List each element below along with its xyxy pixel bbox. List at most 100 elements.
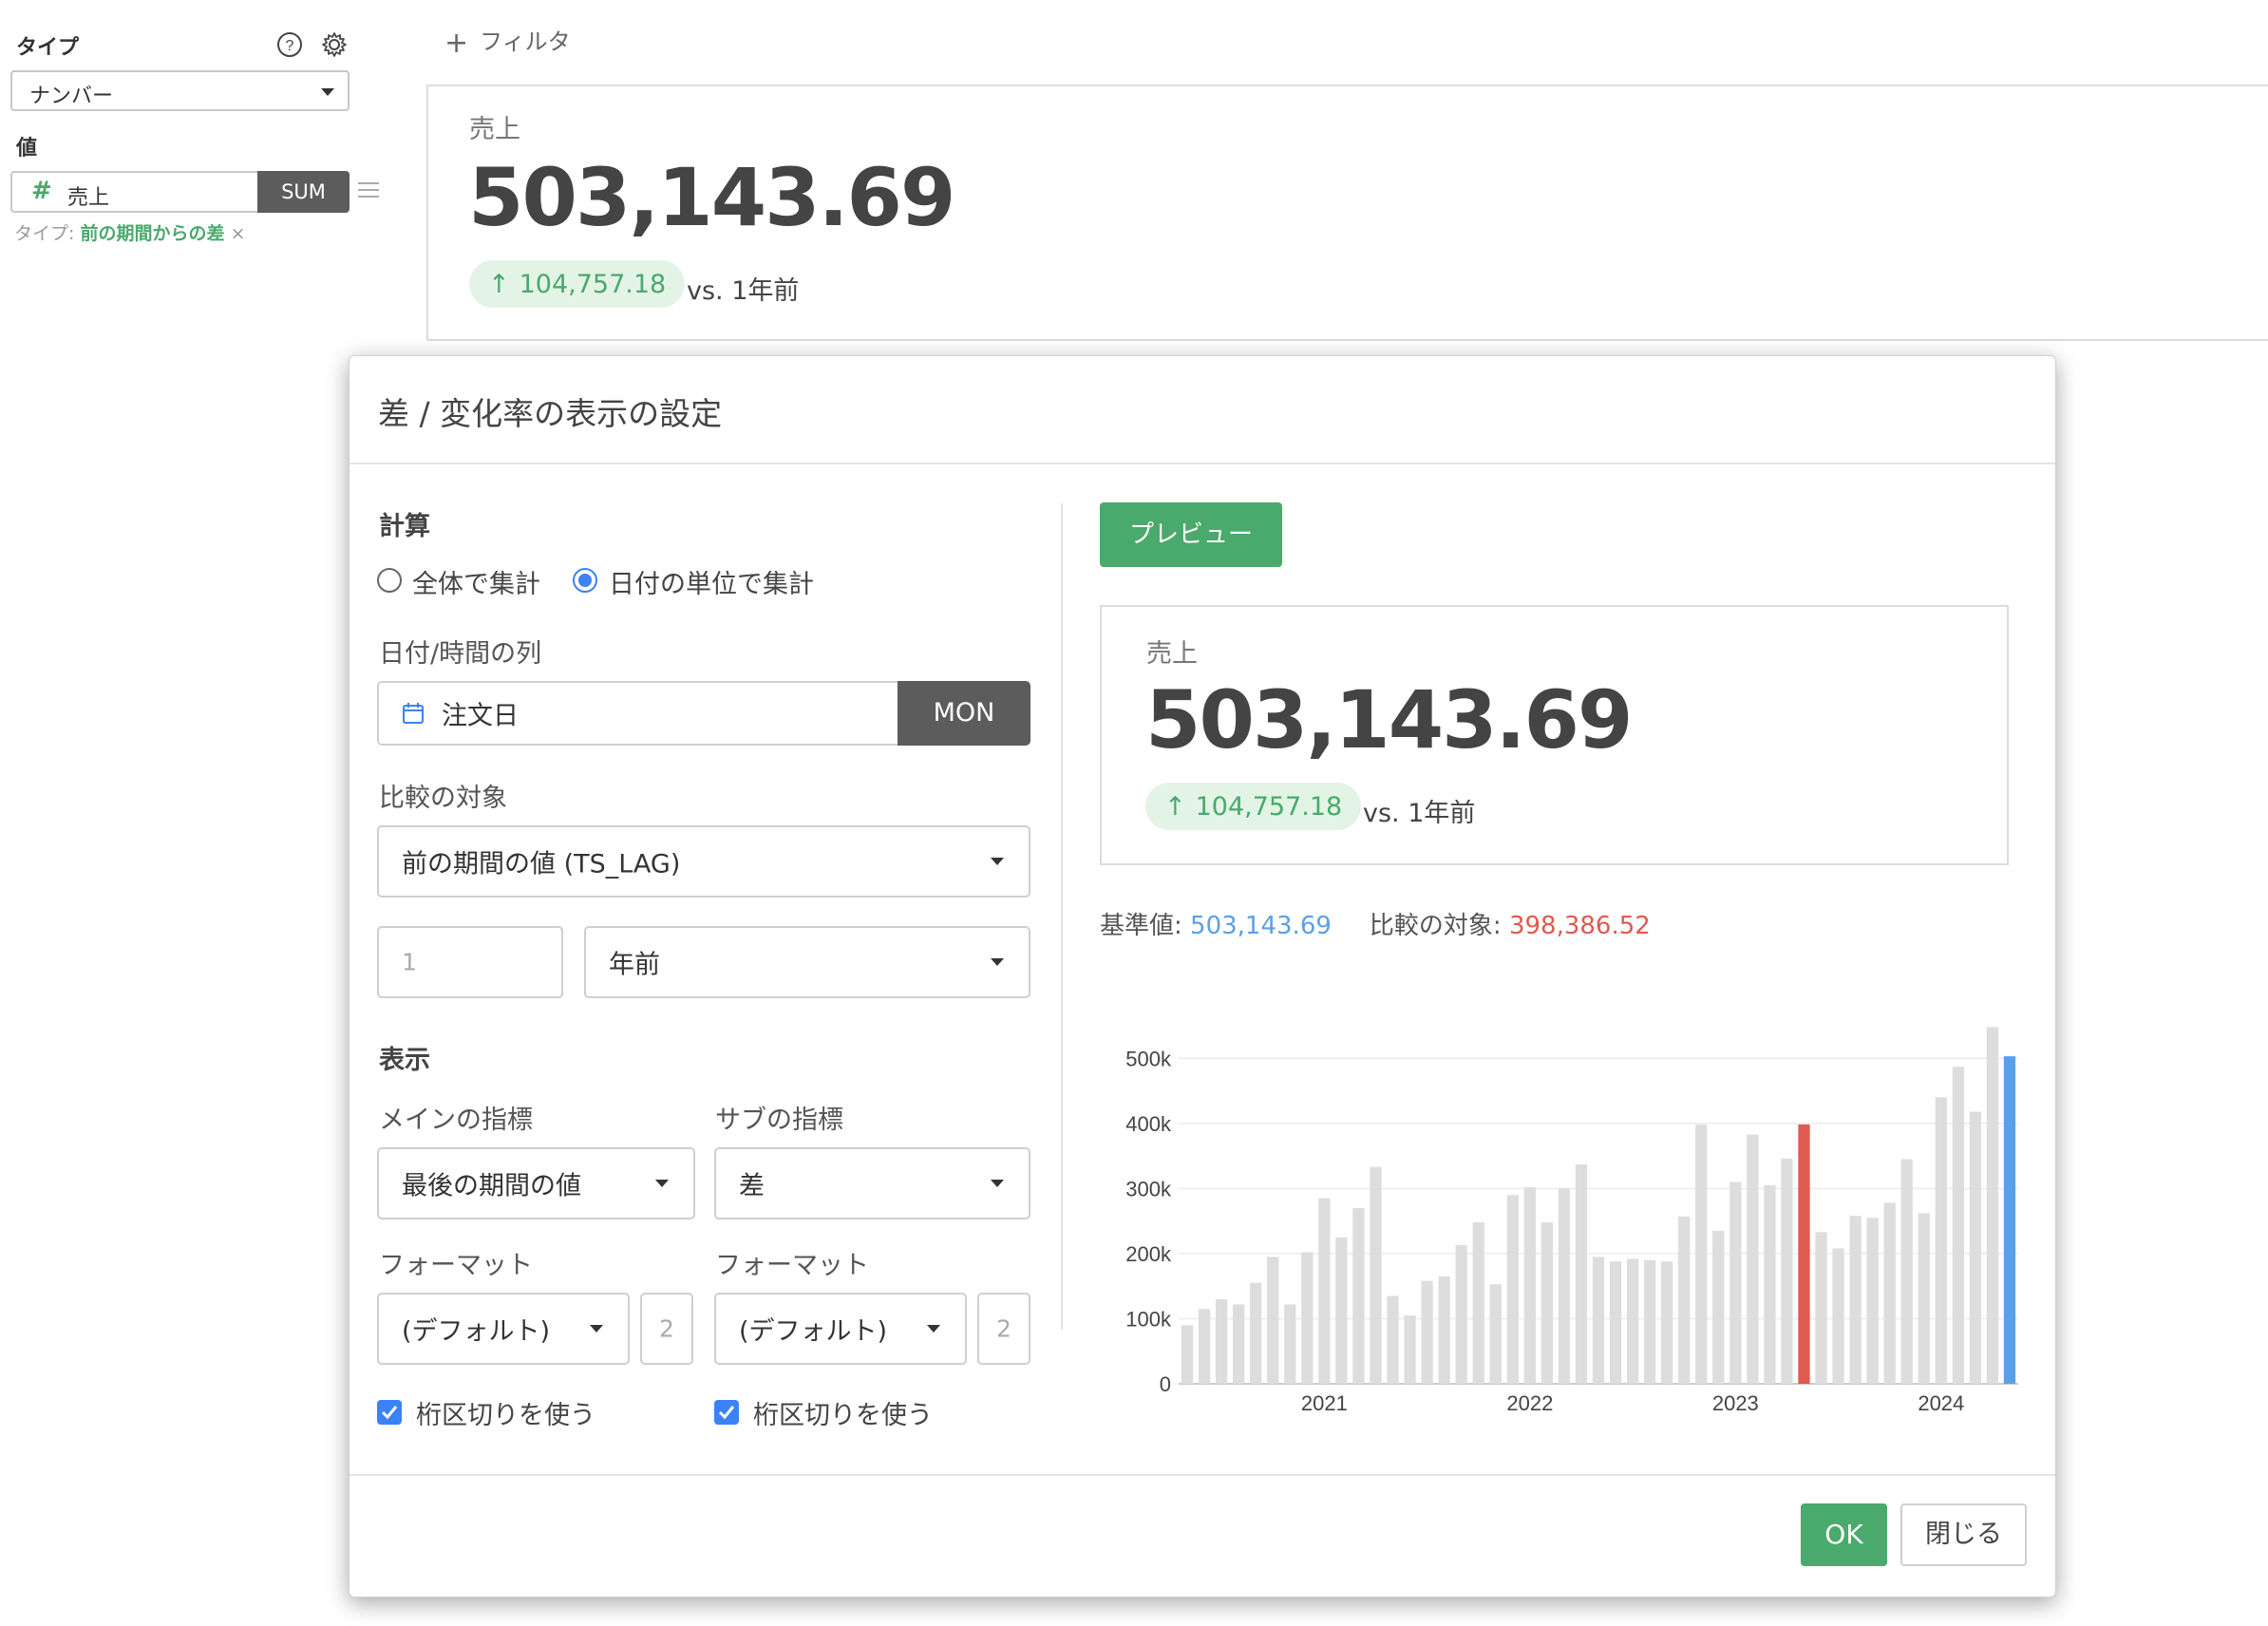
calendar-icon — [403, 703, 424, 724]
chart-bar — [1918, 1213, 1930, 1384]
main-metric-value: 最後の期間の値 — [402, 1171, 581, 1201]
gear-icon[interactable] — [320, 30, 349, 59]
sub-separator-label[interactable]: 桁区切りを使う — [753, 1394, 933, 1431]
chart-bar — [1935, 1097, 1947, 1384]
chart-bar — [1609, 1261, 1622, 1384]
close-button[interactable]: 閉じる — [1900, 1503, 2027, 1566]
number-card: 売上 503,143.69 ↑ 104,757.18 vs. 1年前 — [426, 85, 2268, 341]
chevron-down-icon — [991, 858, 1004, 865]
diff-value: 104,757.18 — [519, 270, 667, 299]
chart-bar — [1969, 1111, 1982, 1384]
preview-stats: 基準値: 503,143.69 比較の対象: 398,386.52 — [1100, 906, 1651, 941]
arrow-up-icon: ↑ — [1164, 792, 1186, 822]
main-metric-label: メインの指標 — [379, 1106, 533, 1135]
add-filter-button[interactable]: + フィルタ — [444, 23, 571, 60]
main-metric-select[interactable]: 最後の期間の値 — [377, 1147, 695, 1220]
calc-type-value[interactable]: 前の期間からの差 — [80, 223, 224, 244]
card-label: 売上 — [469, 115, 520, 144]
x-tick-label: 2023 — [1712, 1391, 1759, 1415]
main-decimals-input[interactable]: 2 — [640, 1293, 693, 1365]
comparison-label: vs. 1年前 — [687, 276, 800, 306]
main-separator-checkbox[interactable] — [377, 1400, 402, 1425]
aggregation-button[interactable]: SUM — [257, 171, 350, 213]
chart-bar — [1335, 1237, 1348, 1384]
compare-target-value: 前の期間の値 (TS_LAG) — [402, 849, 681, 879]
lag-amount-input[interactable]: 1 — [377, 926, 563, 998]
chart-bar — [1866, 1218, 1879, 1384]
y-tick-label: 100k — [1125, 1307, 1172, 1331]
main-format-select[interactable]: (デフォルト) — [377, 1293, 630, 1365]
lag-amount-placeholder: 1 — [402, 948, 417, 976]
compare-target-select[interactable]: 前の期間の値 (TS_LAG) — [377, 825, 1030, 898]
chart-bar — [1781, 1158, 1793, 1384]
chart-bar — [1284, 1304, 1296, 1384]
preview-bar-chart: 0 100k 200k 300k 400k 500k 2021 2022 2023 2024 — [1125, 1027, 2018, 1415]
radio-date-unit-label[interactable]: 日付の単位で集計 — [609, 563, 814, 600]
sub-metric-value: 差 — [739, 1171, 765, 1201]
ok-button[interactable]: OK — [1801, 1503, 1887, 1566]
preview-number-card: 売上 503,143.69 ↑ 104,757.18 vs. 1年前 — [1100, 605, 2009, 865]
remove-calc-type-icon[interactable]: × — [230, 223, 245, 244]
sub-format-select[interactable]: (デフォルト) — [714, 1293, 967, 1365]
sub-format-value: (デフォルト) — [739, 1316, 888, 1347]
sub-decimals-placeholder: 2 — [996, 1314, 1011, 1343]
type-label: タイプ — [16, 36, 80, 60]
lag-unit-value: 年前 — [609, 950, 660, 980]
field-config-panel: タイプ ? ナンバー 値 # 売上 SUM タイプ: 前の期間からの差 × — [0, 0, 379, 285]
help-icon[interactable]: ? — [275, 30, 304, 59]
chart-bar — [1832, 1248, 1844, 1384]
radio-total-label[interactable]: 全体で集計 — [412, 563, 540, 600]
chart-bar — [1352, 1207, 1365, 1384]
chart-bar — [1798, 1124, 1810, 1384]
sub-format-label: フォーマット — [715, 1251, 869, 1280]
sub-metric-label: サブの指標 — [715, 1106, 843, 1135]
main-separator-label[interactable]: 桁区切りを使う — [416, 1394, 595, 1431]
chart-bar — [1438, 1276, 1450, 1384]
chart-bar — [1267, 1257, 1279, 1384]
chart-bar — [1198, 1309, 1211, 1384]
date-column-select[interactable]: 注文日 — [377, 681, 899, 746]
chart-bar — [1900, 1159, 1913, 1384]
chevron-down-icon — [991, 1180, 1004, 1187]
lag-unit-select[interactable]: 年前 — [584, 926, 1030, 998]
diff-badge: ↑ 104,757.18 — [469, 260, 686, 308]
dialog-title: 差 / 変化率の表示の設定 — [378, 395, 723, 432]
y-tick-label: 0 — [1160, 1372, 1171, 1396]
preview-button[interactable]: プレビュー — [1100, 502, 1282, 567]
radio-total[interactable] — [377, 568, 402, 593]
preview-comparison-label: vs. 1年前 — [1363, 799, 1476, 828]
chart-bar — [1678, 1216, 1691, 1384]
y-tick-label: 400k — [1125, 1112, 1172, 1136]
plus-icon: + — [444, 27, 469, 60]
sub-decimals-input[interactable]: 2 — [977, 1293, 1030, 1365]
y-tick-label: 300k — [1125, 1177, 1172, 1201]
sub-metric-select[interactable]: 差 — [714, 1147, 1030, 1220]
chart-bar — [1626, 1258, 1639, 1384]
calc-type-prefix: タイプ: — [14, 223, 81, 244]
chart-bar — [1421, 1280, 1433, 1384]
chart-bar — [1455, 1244, 1467, 1384]
preview-card-label: 売上 — [1146, 639, 1198, 669]
chart-bar — [1558, 1188, 1571, 1384]
type-select-value: ナンバー — [29, 85, 114, 108]
chart-bar — [1370, 1166, 1382, 1384]
chevron-down-icon — [927, 1325, 940, 1333]
preview-diff-badge: ↑ 104,757.18 — [1145, 783, 1362, 830]
compare-value-label: 比較の対象: — [1369, 912, 1509, 940]
filter-label: フィルタ — [480, 28, 571, 55]
value-field[interactable]: # 売上 — [10, 171, 257, 213]
drag-handle-icon[interactable] — [358, 182, 379, 199]
date-column-value: 注文日 — [442, 701, 519, 731]
chart-bar — [1506, 1195, 1519, 1384]
chart-bar — [1301, 1252, 1314, 1384]
chart-bar — [1233, 1304, 1245, 1384]
main-decimals-placeholder: 2 — [659, 1314, 674, 1343]
sub-separator-checkbox[interactable] — [714, 1400, 739, 1425]
chart-bar — [1986, 1027, 1999, 1384]
date-unit-button[interactable]: MON — [898, 681, 1030, 746]
radio-date-unit[interactable] — [573, 568, 597, 593]
main-format-value: (デフォルト) — [402, 1316, 551, 1347]
type-select[interactable]: ナンバー — [10, 70, 350, 111]
chart-bar — [1883, 1202, 1896, 1384]
date-column-label: 日付/時間の列 — [379, 639, 542, 669]
